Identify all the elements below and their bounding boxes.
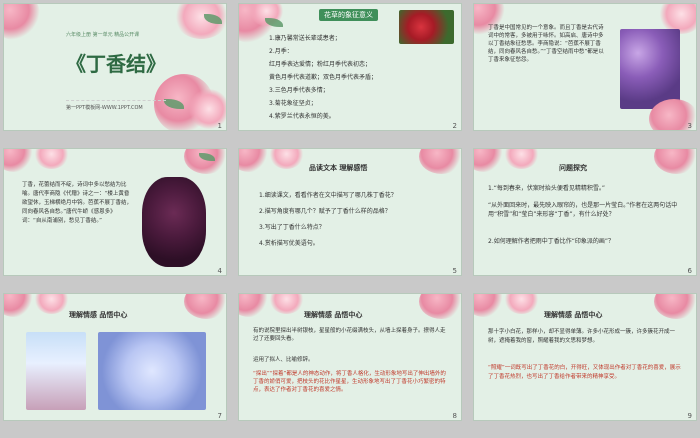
slide-thumbnail-5[interactable]: 品读文本 理解感悟 1.细读课文，看看作者在文中描写了哪几株丁香花？ 2.描写角… xyxy=(238,148,462,276)
slide-line-2: 2.月季： xyxy=(269,48,293,55)
slide-number: 8 xyxy=(452,412,457,420)
flower-decoration xyxy=(184,149,226,174)
slide-thumbnail-4[interactable]: 丁香，花蕾结而不绽，诗词中多以愁结为比喻。唐代李商隐《代赠》诗之一：“楼上黄昏欲… xyxy=(3,148,227,276)
flower-decoration xyxy=(504,294,539,314)
flower-decoration xyxy=(419,149,461,174)
flower-decoration xyxy=(269,294,304,314)
slide-line-2: “照耀”一词既写出了丁香花的白，开得旺，又体现出作者对丁香花的喜爱，展示了丁香花… xyxy=(488,365,681,380)
slide-heading: 问题探究 xyxy=(559,164,587,172)
flower-decoration xyxy=(184,294,226,319)
slide-line-5: 3.三色月季代表多情； xyxy=(269,87,329,94)
slide-line-1: 那十字小白花，那样小，却不显得单薄。许多小花形成一簇，许多簇花开成一树，遮掩着我… xyxy=(488,329,676,344)
slide-line-4: 4.赏析描写优美语句。 xyxy=(259,240,319,247)
slide-number: 4 xyxy=(217,267,222,275)
slide-number: 6 xyxy=(687,267,692,275)
lilac-photo xyxy=(620,29,680,109)
section-tag: 花草的象征意义 xyxy=(319,9,378,21)
slide-line-2: 2.描写角度有哪几个？赋予了丁香什么样的品格？ xyxy=(259,208,391,215)
slide-thumbnail-6[interactable]: 问题探究 1.“每到春来，伏案时抬头便看见精精积雪。” “从外面回来时，最先映入… xyxy=(473,148,697,276)
slide-line-4: 黄色月季代表道歉；双色月季代表矛盾； xyxy=(269,74,378,81)
slide-body-text: 丁香，花蕾结而不绽，诗词中多以愁结为比喻。唐代李商隐《代赠》诗之一：“楼上黄昏欲… xyxy=(22,182,133,224)
slide-line-3: 3.写出了丁香什么特点？ xyxy=(259,224,325,231)
flower-decoration xyxy=(269,149,304,169)
slide-subtitle: 六年级上册 第一单元 精品公开课 xyxy=(66,32,140,38)
slide-number: 3 xyxy=(687,122,692,130)
slide-thumbnail-8[interactable]: 理解情感 品悟中心 有的说院里探出半树银枝，星星般的小花缀满枝头，从墙上探着身子… xyxy=(238,293,462,421)
slide-number: 2 xyxy=(452,122,457,130)
slide-thumbnail-7[interactable]: 理解情感 品悟中心 7 xyxy=(3,293,227,421)
slide-line-3: 2.如何理解作者把雨中丁香比作“印象派的画”？ xyxy=(488,238,614,245)
slide-thumbnail-3[interactable]: 丁香是中国常见的一个意象。而且丁香是古代诗词中的常客，多被用于咏怀。如高启、唐诗… xyxy=(473,3,697,131)
slide-thumbnail-1[interactable]: 六年级上册 第一单元 精品公开课 《丁香结》 第一PPT模板网-WWW.1PPT… xyxy=(3,3,227,131)
flower-decoration xyxy=(4,149,34,172)
slide-sorter-grid: 六年级上册 第一单元 精品公开课 《丁香结》 第一PPT模板网-WWW.1PPT… xyxy=(0,0,700,438)
flower-decoration xyxy=(654,294,696,319)
slide-number: 9 xyxy=(687,412,692,420)
slide-line-2: “从外面回来时，最先映入眼帘的，也是那一片莹白。”作者在这两句话中用“积雪”和“… xyxy=(488,202,678,218)
slide-number: 1 xyxy=(217,122,222,130)
slide-line-2: 运用了拟人、比喻修辞。 xyxy=(253,357,314,363)
slide-line-1: 1.“每到春来，伏案时抬头便看见精精积雪。” xyxy=(488,185,605,192)
slide-heading: 理解情感 品悟中心 xyxy=(544,311,603,319)
slide-line-6: 3.菊花象征坚贞； xyxy=(269,100,317,107)
flower-decoration xyxy=(4,294,34,317)
flower-decoration xyxy=(239,149,269,172)
slide-title: 《丁香结》 xyxy=(66,52,166,76)
lilac-photo xyxy=(26,332,86,410)
flower-decoration xyxy=(474,149,504,172)
flower-decoration xyxy=(34,294,69,314)
slide-line-1: 1.康乃馨常送长辈或患者； xyxy=(269,35,341,42)
slide-line-3: “探出”“探着”都是人的神态动作，将丁香人格化，生动形象地写出了伸出墙外的丁香的… xyxy=(253,371,446,393)
flower-decoration xyxy=(34,149,69,169)
slide-line-1: 有的说院里探出半树银枝，星星般的小花缀满枝头，从墙上探着身子。撩得人走过了还要回… xyxy=(253,328,446,342)
slide-number: 7 xyxy=(217,412,222,420)
slide-heading: 理解情感 品悟中心 xyxy=(69,311,128,319)
slide-number: 5 xyxy=(452,267,457,275)
slide-line-7: 4.紫罗兰代表永恒的美。 xyxy=(269,113,335,120)
rose-photo xyxy=(399,10,454,44)
slide-heading: 理解情感 品悟中心 xyxy=(304,311,363,319)
slide-thumbnail-9[interactable]: 理解情感 品悟中心 那十字小白花，那样小，却不显得单薄。许多小花形成一簇，许多簇… xyxy=(473,293,697,421)
lilac-photo xyxy=(98,332,206,410)
slide-body-text: 丁香是中国常见的一个意象。而且丁香是古代诗词中的常客，多被用于咏怀。如高启、唐诗… xyxy=(488,25,604,63)
flower-decoration xyxy=(654,149,696,174)
slide-thumbnail-2[interactable]: 花草的象征意义 1.康乃馨常送长辈或患者； 2.月季： 红月季表达爱情；粉红月季… xyxy=(238,3,462,131)
slide-footer: 第一PPT模板网-WWW.1PPT.COM xyxy=(66,105,143,111)
flower-decoration xyxy=(474,294,504,317)
lilac-photo xyxy=(142,177,206,267)
slide-heading: 品读文本 理解感悟 xyxy=(309,164,368,172)
slide-line-3: 红月季表达爱情；粉红月季代表初恋； xyxy=(269,61,372,68)
divider xyxy=(66,100,166,101)
flower-decoration xyxy=(239,294,269,317)
flower-decoration xyxy=(504,149,539,169)
flower-decoration xyxy=(419,294,461,319)
flower-decoration xyxy=(4,4,40,40)
slide-line-1: 1.细读课文，看看作者在文中描写了哪几株丁香花？ xyxy=(259,192,397,199)
